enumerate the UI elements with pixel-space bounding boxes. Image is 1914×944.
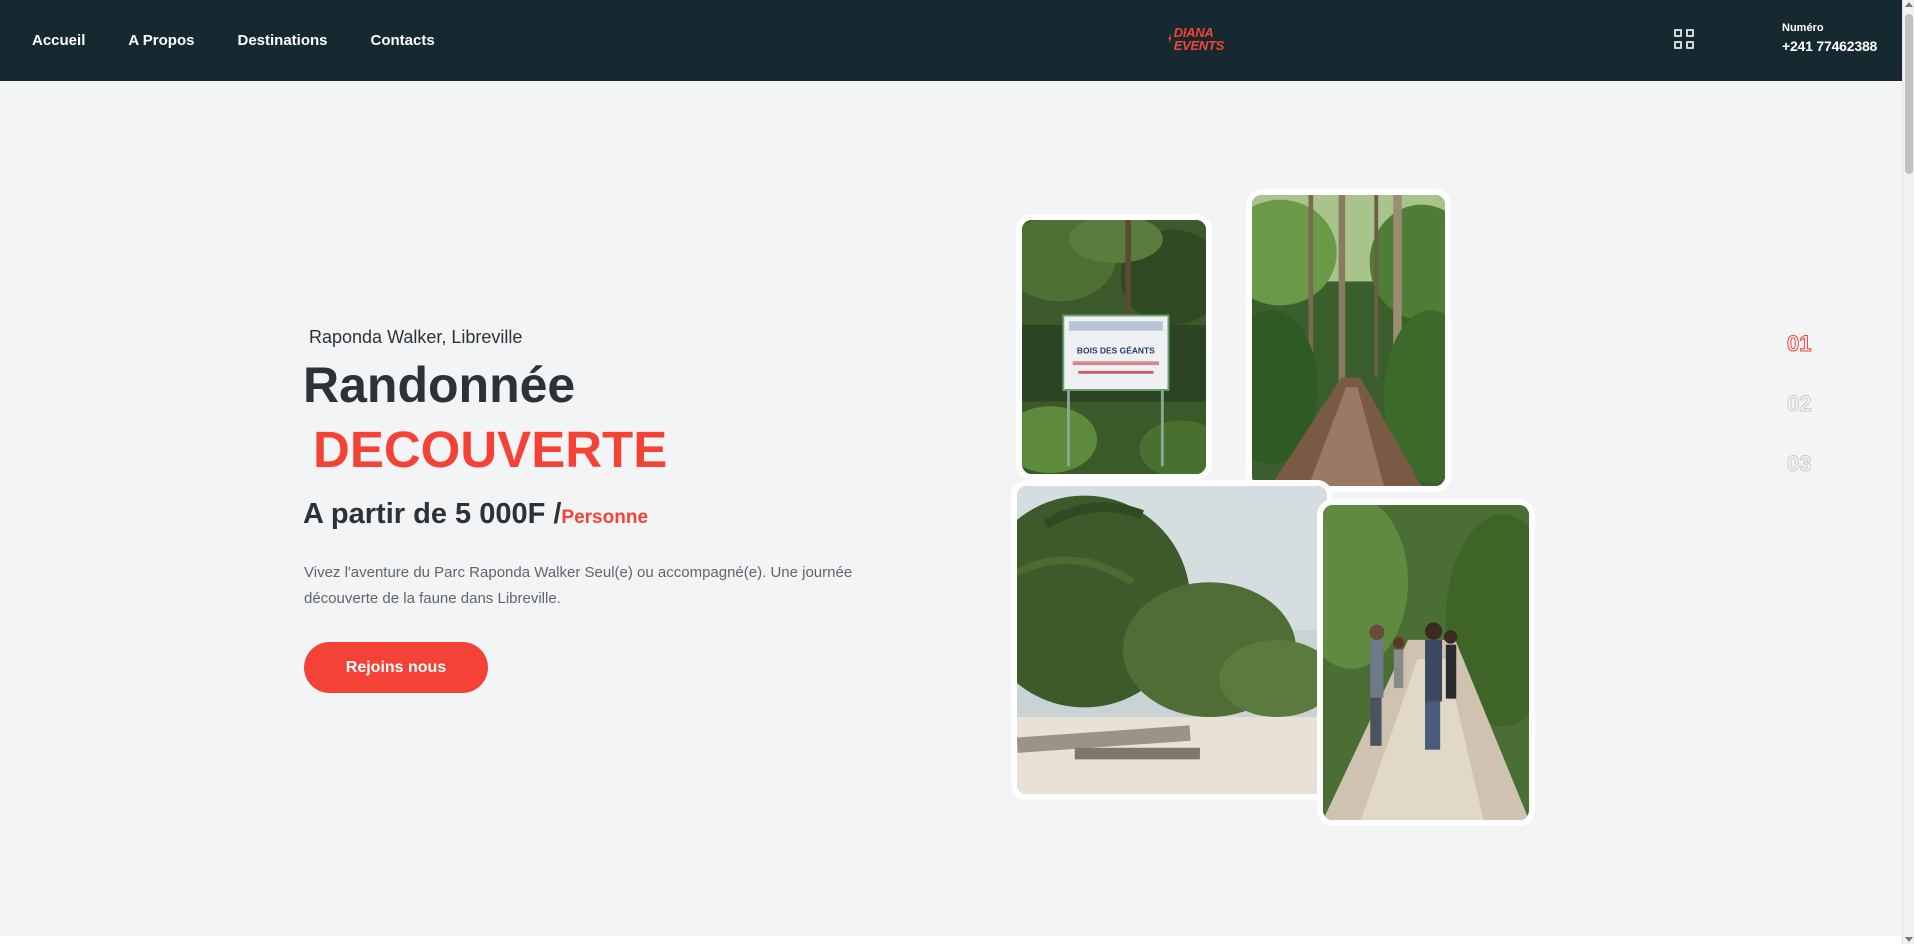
hero-title-line2: DECOUVERTE (313, 421, 668, 478)
brand-logo-line2: EVENTS (1173, 38, 1225, 53)
page-scrollbar[interactable] (1902, 0, 1914, 944)
photo-forest-trail (1246, 189, 1451, 492)
top-header: Accueil A Propos Destinations Contacts D… (0, 0, 1902, 81)
page-bottom-divider (0, 936, 1902, 944)
contact-label: Numéro (1782, 22, 1824, 34)
scroll-up-arrow-icon[interactable] (1905, 2, 1913, 7)
header-contact: Numéro +241 77462388 (1782, 22, 1877, 54)
slide-number-01[interactable]: 01 (1786, 331, 1812, 356)
nav-item-destinations[interactable]: Destinations (237, 32, 327, 49)
slide-number-03[interactable]: 03 (1786, 451, 1812, 476)
lightning-bolt-icon (1168, 34, 1172, 44)
nav-item-a-propos[interactable]: A Propos (128, 32, 194, 49)
hero-title-line1: Randonnée (303, 357, 576, 413)
slide-number-02[interactable]: 02 (1786, 391, 1812, 416)
hero-price: A partir de 5 000F /Personne (303, 498, 648, 531)
photo-hikers (1317, 499, 1535, 826)
scroll-thumb[interactable] (1905, 14, 1913, 174)
hero-location: Raponda Walker, Libreville (309, 327, 523, 347)
scroll-down-arrow-icon[interactable] (1905, 937, 1913, 942)
brand-logo[interactable]: DIANA EVENTS (1168, 20, 1224, 58)
price-text: A partir de 5 000F / (303, 498, 562, 530)
photo-forest-sign: BOIS DES GÉANTS (1016, 214, 1212, 480)
slide-indicators: 01 02 03 (1786, 331, 1812, 476)
hero-description: Vivez l'aventure du Parc Raponda Walker … (304, 564, 853, 607)
main-nav: Accueil A Propos Destinations Contacts (32, 0, 435, 81)
photo-palm-beach (1011, 480, 1333, 800)
sign-text: BOIS DES GÉANTS (1077, 345, 1155, 356)
join-button[interactable]: Rejoins nous (304, 642, 488, 693)
grid-icon[interactable] (1674, 29, 1694, 49)
contact-number[interactable]: +241 77462388 (1782, 38, 1877, 54)
price-unit: Personne (561, 507, 649, 528)
brand-logo-text: DIANA EVENTS (1173, 26, 1225, 53)
nav-item-accueil[interactable]: Accueil (32, 32, 85, 49)
nav-item-contacts[interactable]: Contacts (371, 32, 435, 49)
